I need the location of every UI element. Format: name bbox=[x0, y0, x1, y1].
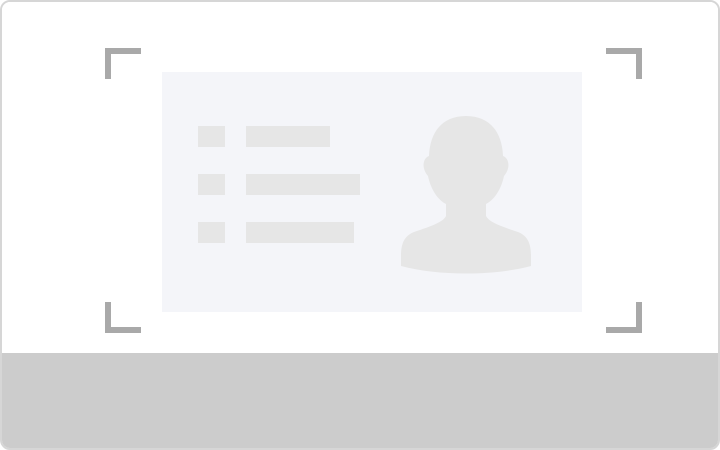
id-card-placeholder bbox=[162, 72, 582, 312]
id-field-label-placeholder bbox=[198, 126, 225, 147]
viewfinder-corner-top-left-icon bbox=[105, 48, 141, 79]
camera-viewfinder bbox=[2, 2, 718, 353]
viewfinder-corner-top-right-icon bbox=[606, 48, 642, 79]
viewfinder-corner-bottom-right-icon bbox=[606, 302, 642, 333]
bottom-control-bar bbox=[2, 353, 718, 448]
person-silhouette-icon bbox=[401, 116, 531, 274]
id-field-label-placeholder bbox=[198, 174, 225, 195]
id-field-value-placeholder bbox=[246, 126, 330, 147]
id-field-label-placeholder bbox=[198, 222, 225, 243]
id-field-value-placeholder bbox=[246, 174, 360, 195]
id-field-value-placeholder bbox=[246, 222, 354, 243]
id-scan-frame bbox=[0, 0, 720, 450]
viewfinder-corner-bottom-left-icon bbox=[105, 302, 141, 333]
